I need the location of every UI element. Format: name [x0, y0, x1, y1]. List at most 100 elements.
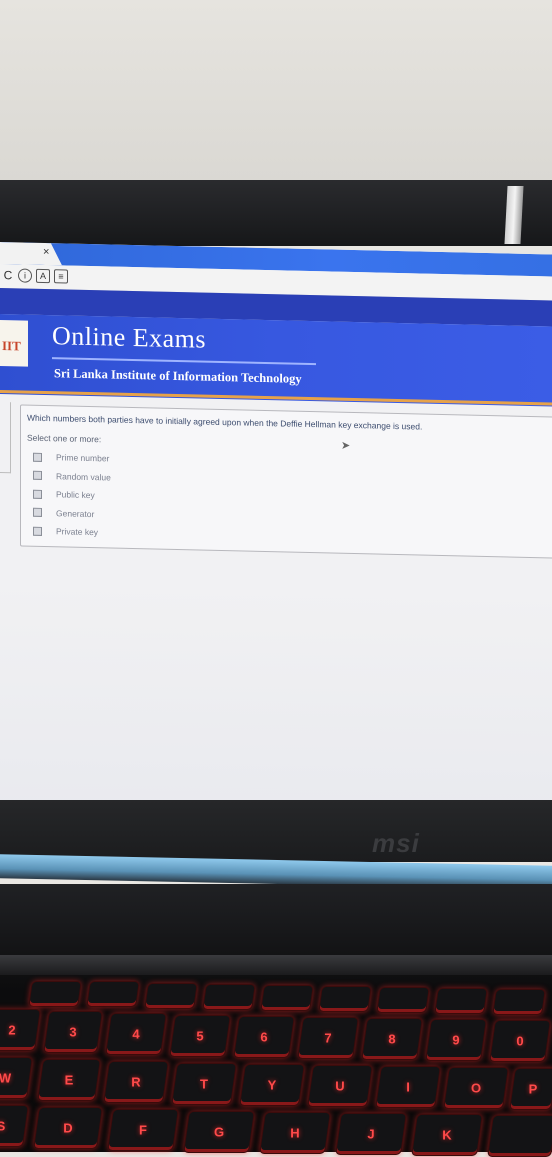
- bezel-reflection: [504, 186, 524, 244]
- document-icon[interactable]: ≡: [54, 269, 68, 284]
- question-card: Which numbers both parties have to initi…: [20, 404, 552, 559]
- key-label: 8: [388, 1031, 396, 1047]
- key-j[interactable]: J: [335, 1113, 407, 1155]
- key-label: K: [442, 1127, 452, 1143]
- key-y[interactable]: Y: [239, 1064, 305, 1106]
- key-label: W: [0, 1070, 12, 1086]
- key-7[interactable]: 7: [297, 1017, 359, 1059]
- function-key[interactable]: [434, 988, 488, 1014]
- key-label: P: [528, 1081, 538, 1097]
- answer-options: Prime number Random value Public key Gen…: [33, 448, 111, 542]
- option-private-key[interactable]: Private key: [33, 522, 111, 542]
- checkbox[interactable]: [33, 470, 42, 481]
- key-label: T: [200, 1076, 208, 1092]
- close-tab-button[interactable]: ×: [43, 246, 49, 258]
- key-label: S: [0, 1118, 6, 1134]
- key-label: 9: [452, 1032, 460, 1048]
- option-label: Random value: [56, 471, 111, 483]
- logo-text: IIT: [2, 338, 21, 354]
- sliit-logo[interactable]: IIT: [0, 320, 28, 367]
- function-key[interactable]: [28, 981, 82, 1007]
- key-label: 3: [69, 1024, 77, 1040]
- info-icon[interactable]: i: [18, 268, 32, 283]
- checkbox[interactable]: [33, 452, 42, 462]
- key-2[interactable]: 2: [0, 1009, 41, 1051]
- title-divider: [52, 357, 316, 366]
- key-label: 5: [196, 1028, 204, 1044]
- option-random-value[interactable]: Random value: [33, 466, 111, 486]
- option-label: Generator: [56, 508, 95, 519]
- function-key[interactable]: [202, 984, 256, 1010]
- mouse-cursor-icon: ➤: [341, 439, 351, 452]
- question-info-panel: [0, 402, 11, 474]
- key-r[interactable]: R: [103, 1061, 169, 1103]
- site-subtitle: Sri Lanka Institute of Information Techn…: [54, 366, 302, 386]
- key-8[interactable]: 8: [361, 1018, 423, 1060]
- key-p[interactable]: P: [509, 1068, 552, 1110]
- key-o[interactable]: O: [443, 1067, 509, 1109]
- key-w[interactable]: W: [0, 1057, 33, 1099]
- reload-icon[interactable]: C: [2, 268, 14, 282]
- key-label: U: [335, 1078, 345, 1094]
- key-label: R: [131, 1074, 141, 1090]
- function-key[interactable]: [376, 987, 430, 1013]
- option-label: Private key: [56, 526, 99, 538]
- wall-background: [0, 0, 552, 182]
- key-label: O: [470, 1080, 482, 1096]
- key-0[interactable]: 0: [489, 1020, 551, 1062]
- key-label: J: [367, 1126, 375, 1142]
- key-f[interactable]: F: [107, 1109, 179, 1151]
- key-label: G: [213, 1124, 225, 1140]
- key-label: 2: [8, 1022, 16, 1038]
- function-key[interactable]: [144, 983, 198, 1009]
- msi-logo: msi: [372, 828, 420, 858]
- key-t[interactable]: T: [171, 1063, 237, 1105]
- key-label: H: [290, 1125, 300, 1141]
- key-5[interactable]: 5: [169, 1015, 231, 1057]
- site-title: Online Exams: [52, 321, 207, 354]
- key-6[interactable]: 6: [233, 1016, 295, 1058]
- checkbox[interactable]: [33, 489, 42, 499]
- laptop-bottom-bezel: [0, 800, 552, 862]
- key-9[interactable]: 9: [425, 1019, 487, 1061]
- key-h[interactable]: H: [259, 1112, 331, 1154]
- key-label: 4: [132, 1026, 140, 1042]
- function-key[interactable]: [318, 986, 372, 1012]
- checkbox[interactable]: [33, 526, 42, 536]
- pdf-icon[interactable]: A: [36, 268, 50, 284]
- key-g[interactable]: G: [183, 1111, 255, 1153]
- key-label: 6: [260, 1029, 268, 1045]
- function-key[interactable]: [86, 981, 140, 1007]
- keyboard-edge: [0, 955, 552, 975]
- option-label: Public key: [56, 489, 95, 501]
- key-label: I: [406, 1079, 410, 1095]
- key-s[interactable]: S: [0, 1105, 29, 1147]
- key-label: Y: [267, 1077, 277, 1093]
- laptop-screen: × C i A ≡ IIT Online Exams Sri Lanka Ins…: [0, 242, 552, 825]
- function-key[interactable]: [260, 985, 314, 1011]
- keyboard: 2 3 4 5 6 7 8 9 0 W E R T Y U I O P S D …: [0, 975, 552, 1157]
- option-generator[interactable]: Generator: [33, 503, 111, 523]
- key-3[interactable]: 3: [43, 1011, 103, 1053]
- checkbox[interactable]: [33, 507, 42, 518]
- browser-tab[interactable]: ×: [0, 242, 62, 265]
- key-k[interactable]: K: [411, 1114, 483, 1156]
- option-prime-number[interactable]: Prime number: [33, 448, 111, 468]
- function-key[interactable]: [492, 989, 546, 1015]
- option-label: Prime number: [56, 452, 110, 464]
- key-label: F: [139, 1122, 147, 1138]
- key-label: 7: [324, 1030, 332, 1046]
- key-label: D: [63, 1120, 73, 1136]
- option-public-key[interactable]: Public key: [33, 485, 111, 505]
- key-e[interactable]: E: [37, 1059, 101, 1101]
- question-text: Which numbers both parties have to initi…: [27, 412, 423, 432]
- question-prompt: Select one or more:: [27, 432, 102, 445]
- key-label: 0: [516, 1033, 524, 1049]
- key-l[interactable]: [487, 1115, 552, 1157]
- key-d[interactable]: D: [33, 1107, 103, 1149]
- key-4[interactable]: 4: [105, 1013, 167, 1055]
- screen-glare: [0, 582, 552, 825]
- laptop-top-bezel: [0, 180, 552, 246]
- key-u[interactable]: U: [307, 1065, 373, 1107]
- key-i[interactable]: I: [375, 1066, 441, 1108]
